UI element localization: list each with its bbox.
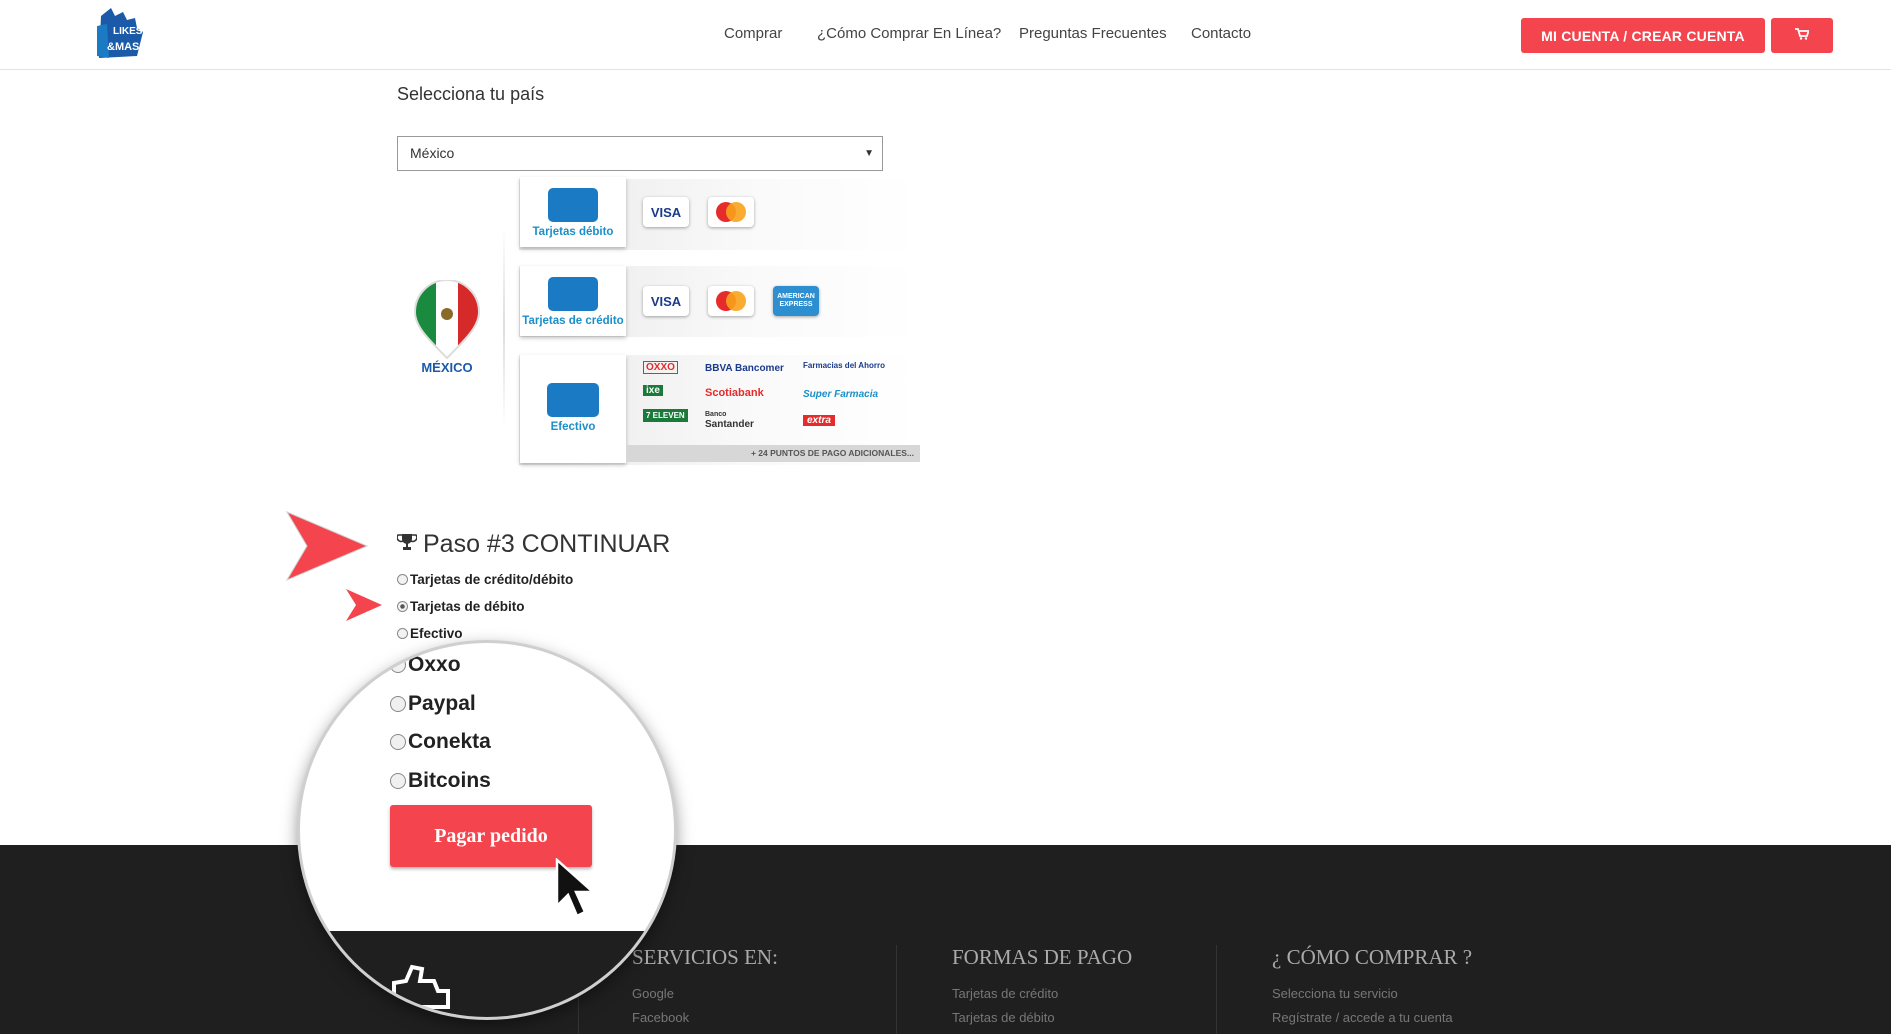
shopping-cart-icon	[1795, 27, 1810, 45]
pointer-arrow-small-icon	[344, 587, 384, 628]
mastercard-logo	[708, 286, 754, 316]
step-3-title-text: Paso #3 CONTINUAR	[423, 530, 671, 558]
site-header: LIKES &MAS Comprar ¿Cómo Comprar En Líne…	[0, 0, 1891, 70]
footer-col-formas-pago: FORMAS DE PAGO Tarjetas de crédito Tarje…	[952, 945, 1132, 1030]
step-3-title: Paso #3 CONTINUAR	[396, 530, 671, 559]
option-bitcoins[interactable]: Bitcoins	[390, 769, 491, 793]
amex-logo: AMERICAN EXPRESS	[773, 286, 819, 316]
footer-col-como-comprar: ¿ CÓMO COMPRAR ? Selecciona tu servicio …	[1272, 945, 1472, 1030]
ixe-logo: ixe	[643, 385, 663, 396]
footer-link-credito[interactable]: Tarjetas de crédito	[952, 982, 1132, 1006]
radio-button[interactable]	[390, 773, 406, 789]
site-footer: SERVICIOS EN: Google Facebook FORMAS DE …	[0, 845, 1891, 1034]
cart-button[interactable]	[1771, 18, 1833, 53]
country-select[interactable]: México ▼	[397, 136, 883, 171]
banco-label: Banco	[705, 411, 727, 418]
footer-link-registrate[interactable]: Regístrate / accede a tu cuenta	[1272, 1006, 1472, 1030]
farmacias-ahorro-logo: Farmacias del Ahorro	[803, 361, 885, 370]
radio-button[interactable]	[390, 734, 406, 750]
footer-link-selecciona[interactable]: Selecciona tu servicio	[1272, 982, 1472, 1006]
debit-tile: Tarjetas débito	[520, 177, 626, 247]
chevron-down-icon: ▼	[864, 148, 874, 159]
magnifier-zoom: Oxxo Paypal Conekta Bitcoins Pagar pedid…	[300, 643, 674, 1017]
nav-preguntas-frecuentes[interactable]: Preguntas Frecuentes	[1019, 25, 1167, 42]
likes-mas-logo[interactable]: LIKES &MAS	[93, 6, 149, 64]
visa-logo: VISA	[643, 286, 689, 316]
nav-como-comprar[interactable]: ¿Cómo Comprar En Línea?	[817, 25, 1001, 42]
option-oxxo[interactable]: Oxxo	[390, 653, 461, 677]
cash-dollar-icon	[547, 383, 599, 417]
credit-tile: Tarjetas de crédito	[520, 266, 626, 336]
scotiabank-logo: Scotiabank	[705, 387, 764, 399]
mexico-flag-icon	[413, 279, 481, 360]
super-farmacia-logo: Super Farmacia	[803, 389, 879, 400]
footer-divider	[1216, 945, 1217, 1034]
account-button[interactable]: MI CUENTA / CREAR CUENTA	[1521, 18, 1765, 53]
trophy-icon	[396, 530, 418, 559]
country-select-value: México	[410, 145, 455, 161]
bbva-bancomer-logo: BBVA Bancomer	[705, 363, 784, 374]
nav-contacto[interactable]: Contacto	[1191, 25, 1251, 42]
mexico-label: MÉXICO	[421, 360, 473, 375]
debit-card-icon	[548, 188, 598, 222]
svg-text:&MAS: &MAS	[107, 41, 139, 53]
footer-link-debito[interactable]: Tarjetas de débito	[952, 1006, 1132, 1030]
radio-button[interactable]	[397, 574, 408, 585]
pointer-arrow-icon	[285, 510, 369, 587]
cash-label: Efectivo	[550, 421, 596, 433]
radio-button-selected[interactable]	[397, 601, 408, 612]
footer-divider	[896, 945, 897, 1034]
santander-logo: Santander	[705, 419, 754, 430]
visa-logo: VISA	[643, 197, 689, 227]
credit-label: Tarjetas de crédito	[522, 315, 624, 327]
mouse-cursor-icon	[555, 857, 599, 927]
option-cash[interactable]: Efectivo	[397, 626, 463, 641]
option-conekta[interactable]: Conekta	[390, 730, 491, 754]
option-credit-debit[interactable]: Tarjetas de crédito/débito	[397, 572, 573, 587]
option-paypal[interactable]: Paypal	[390, 692, 476, 716]
mastercard-logo	[708, 197, 754, 227]
nav-comprar[interactable]: Comprar	[724, 25, 782, 42]
seven-eleven-logo: 7 ELEVEN	[643, 409, 688, 422]
country-label: Selecciona tu país	[397, 84, 545, 104]
credit-card-icon	[548, 277, 598, 311]
extra-points-banner: + 24 PUNTOS DE PAGO ADICIONALES...	[627, 445, 920, 462]
oxxo-logo: OXXO	[643, 361, 678, 374]
debit-label: Tarjetas débito	[532, 226, 614, 238]
radio-button[interactable]	[390, 657, 406, 673]
extra-logo: extra	[803, 415, 835, 426]
radio-button[interactable]	[397, 628, 408, 639]
payment-methods-graphic: MÉXICO Tarjetas débito VISA Tarjetas de …	[397, 175, 922, 465]
cash-tile: Efectivo	[520, 355, 626, 463]
divider	[503, 225, 505, 430]
option-debit[interactable]: Tarjetas de débito	[397, 599, 525, 614]
svg-text:LIKES: LIKES	[113, 26, 143, 37]
radio-button[interactable]	[390, 696, 406, 712]
footer-logo-icon	[388, 961, 508, 1016]
